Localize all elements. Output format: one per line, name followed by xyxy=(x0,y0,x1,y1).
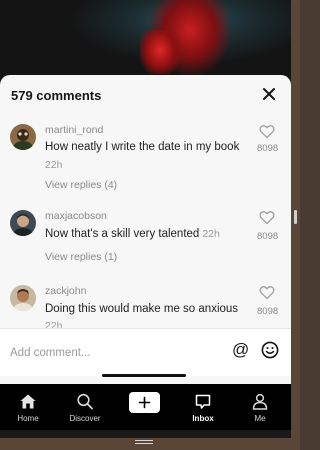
comment-username[interactable]: maxjacobson xyxy=(45,210,107,222)
comment-input-bar: @ xyxy=(0,328,291,376)
add-comment-input[interactable] xyxy=(10,343,210,363)
comment-text-body: Now that's a skill very talented xyxy=(45,228,200,240)
like-count: 8098 xyxy=(257,306,279,317)
comments-sheet: 579 comments martini_rond How neatly I w… xyxy=(0,75,291,385)
nav-discover[interactable]: Discover xyxy=(63,384,107,430)
message-icon xyxy=(195,394,211,409)
side-resize-handle[interactable] xyxy=(294,210,297,224)
comment-item: zackjohn Doing this would make me so anx… xyxy=(0,282,291,332)
heart-outline-icon[interactable] xyxy=(259,124,275,139)
phone-screen: 579 comments martini_rond How neatly I w… xyxy=(0,0,291,438)
bottom-resize-handle[interactable] xyxy=(135,440,153,444)
comment-username[interactable]: zackjohn xyxy=(45,285,86,297)
comments-header: 579 comments xyxy=(0,75,291,115)
view-replies-link[interactable]: View replies (1) xyxy=(45,251,117,263)
nav-label: Home xyxy=(17,414,39,423)
sheet-drag-handle[interactable] xyxy=(102,374,186,377)
comment-time: 22h xyxy=(202,228,220,240)
nav-inbox[interactable]: Inbox xyxy=(181,384,225,430)
close-icon[interactable] xyxy=(259,84,279,104)
avatar[interactable] xyxy=(10,210,36,236)
nav-label: Me xyxy=(254,414,266,423)
smiley-face-icon[interactable] xyxy=(261,341,279,359)
comment-text: How neatly I write the date in my book xyxy=(45,141,240,153)
nav-label: Discover xyxy=(69,414,101,423)
home-indicator-bar xyxy=(0,430,291,438)
comment-count: 579 comments xyxy=(11,88,102,103)
home-icon xyxy=(20,394,36,409)
avatar[interactable] xyxy=(10,124,36,150)
comment-text: Now that's a skill very talented 22h xyxy=(45,228,220,240)
bottom-navigation: Home Discover Inbox Me xyxy=(0,384,291,430)
person-icon xyxy=(252,393,268,410)
view-replies-link[interactable]: View replies (4) xyxy=(45,179,117,191)
comment-item: martini_rond How neatly I write the date… xyxy=(0,119,291,194)
avatar[interactable] xyxy=(10,285,36,311)
nav-label: Inbox xyxy=(192,414,214,423)
video-figure-detail xyxy=(140,30,180,75)
like-count: 8098 xyxy=(257,231,279,242)
nav-home[interactable]: Home xyxy=(6,384,50,430)
create-button[interactable] xyxy=(129,392,160,413)
comment-time: 22h xyxy=(45,159,63,171)
plus-icon xyxy=(138,396,151,409)
nav-me[interactable]: Me xyxy=(238,384,282,430)
comment-item: maxjacobson Now that's a skill very tale… xyxy=(0,207,291,272)
search-icon xyxy=(77,393,93,410)
heart-outline-icon[interactable] xyxy=(259,210,275,225)
comment-text: Doing this would make me so anxious xyxy=(45,303,239,315)
like-count: 8098 xyxy=(257,143,279,154)
at-sign-icon[interactable]: @ xyxy=(232,340,249,360)
comment-username[interactable]: martini_rond xyxy=(45,124,103,136)
heart-outline-icon[interactable] xyxy=(259,285,275,300)
